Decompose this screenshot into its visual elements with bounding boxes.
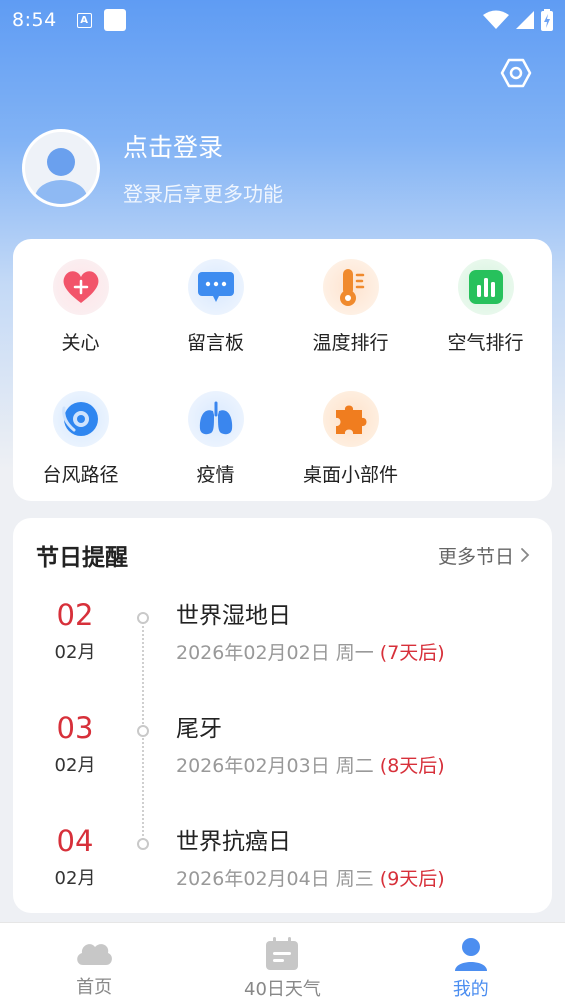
tool-typhoon-path[interactable]: 台风路径	[13, 391, 148, 487]
festival-name: 尾牙	[176, 716, 222, 742]
festival-countdown: (8天后)	[379, 755, 445, 777]
festival-title: 节日提醒	[36, 545, 128, 571]
festival-item[interactable]: 04 02月 世界抗癌日 2026年02月04日 周三 (9天后)	[13, 824, 552, 904]
settings-hexagon-icon	[500, 58, 532, 88]
tool-care[interactable]: 关心	[13, 259, 148, 355]
festival-day: 03	[56, 711, 94, 745]
status-bar: 8:54 A	[0, 0, 565, 40]
login-title[interactable]: 点击登录	[123, 128, 283, 164]
festival-month: 02月	[54, 868, 96, 889]
festival-item[interactable]: 03 02月 尾牙 2026年02月03日 周二 (8天后)	[13, 711, 552, 791]
puzzle-icon	[322, 391, 379, 447]
thermometer-icon	[322, 259, 379, 315]
heart-plus-icon	[52, 259, 109, 315]
nav-label: 我的	[452, 979, 489, 1000]
typhoon-icon	[52, 391, 109, 447]
tool-epidemic[interactable]: 疫情	[148, 391, 283, 487]
tools-card: 关心 留言板 温度排行 空气排行 台风路径 疫情 桌面小部件	[13, 239, 552, 501]
battery-icon	[541, 9, 553, 31]
lungs-icon	[187, 391, 244, 447]
cloud-icon	[77, 944, 113, 965]
festival-header: 节日提醒 更多节日	[36, 538, 530, 572]
festival-month: 02月	[54, 642, 96, 663]
status-time: 8:54	[12, 9, 57, 31]
festival-day: 04	[56, 824, 94, 858]
festival-countdown: (7天后)	[379, 642, 445, 664]
calendar-icon	[266, 937, 299, 970]
festival-month: 02月	[54, 755, 96, 776]
tool-label: 温度排行	[312, 332, 389, 354]
login-subtitle: 登录后享更多功能	[123, 182, 283, 206]
festival-name: 世界抗癌日	[176, 829, 291, 855]
more-festivals-label: 更多节日	[437, 545, 514, 568]
signal-icon	[516, 11, 534, 29]
tool-desktop-widget[interactable]: 桌面小部件	[283, 391, 418, 487]
message-board-icon	[187, 259, 244, 315]
timeline-dot	[137, 612, 149, 624]
default-avatar-icon	[35, 147, 87, 204]
tool-label: 桌面小部件	[302, 464, 398, 486]
avatar[interactable]	[22, 128, 100, 207]
tool-message-board[interactable]: 留言板	[148, 259, 283, 355]
login-profile[interactable]: 点击登录 登录后享更多功能	[22, 128, 283, 207]
notification-square-icon	[103, 9, 126, 31]
timeline-dot	[137, 725, 149, 737]
bottom-navigation: 首页 40日天气 我的	[0, 922, 565, 1004]
nav-mine[interactable]: 我的	[377, 923, 565, 1004]
festival-name: 世界湿地日	[176, 603, 291, 629]
festival-date: 2026年02月03日 周二 (8天后)	[176, 755, 445, 777]
tool-label: 空气排行	[447, 332, 524, 354]
tool-label: 台风路径	[42, 464, 119, 486]
status-right	[483, 9, 553, 31]
settings-button[interactable]	[498, 55, 534, 91]
festival-countdown: (9天后)	[379, 868, 445, 890]
nav-label: 首页	[76, 977, 113, 998]
festival-date: 2026年02月04日 周三 (9天后)	[176, 868, 445, 890]
wifi-icon	[483, 10, 509, 29]
festival-reminder-card: 节日提醒 更多节日 02 02月 世界湿地日 2026年02月02日 周一 (7…	[13, 518, 552, 913]
nav-home[interactable]: 首页	[0, 923, 188, 1004]
more-festivals-link[interactable]: 更多节日	[438, 542, 530, 569]
tool-label: 疫情	[196, 464, 235, 486]
tool-label: 关心	[61, 332, 100, 354]
nav-label: 40日天气	[244, 979, 321, 1000]
person-icon	[454, 938, 487, 971]
festival-day: 02	[56, 598, 94, 632]
nav-40-day-weather[interactable]: 40日天气	[188, 923, 376, 1004]
air-chart-icon	[457, 259, 514, 315]
festival-item[interactable]: 02 02月 世界湿地日 2026年02月02日 周一 (7天后)	[13, 598, 552, 678]
tool-temperature-rank[interactable]: 温度排行	[283, 259, 418, 355]
chevron-right-icon	[521, 548, 530, 562]
festival-date: 2026年02月02日 周一 (7天后)	[176, 642, 445, 664]
a-notification-icon: A	[76, 12, 92, 28]
timeline-dot	[137, 838, 149, 850]
tool-label: 留言板	[186, 332, 244, 354]
tool-air-rank[interactable]: 空气排行	[418, 259, 553, 355]
